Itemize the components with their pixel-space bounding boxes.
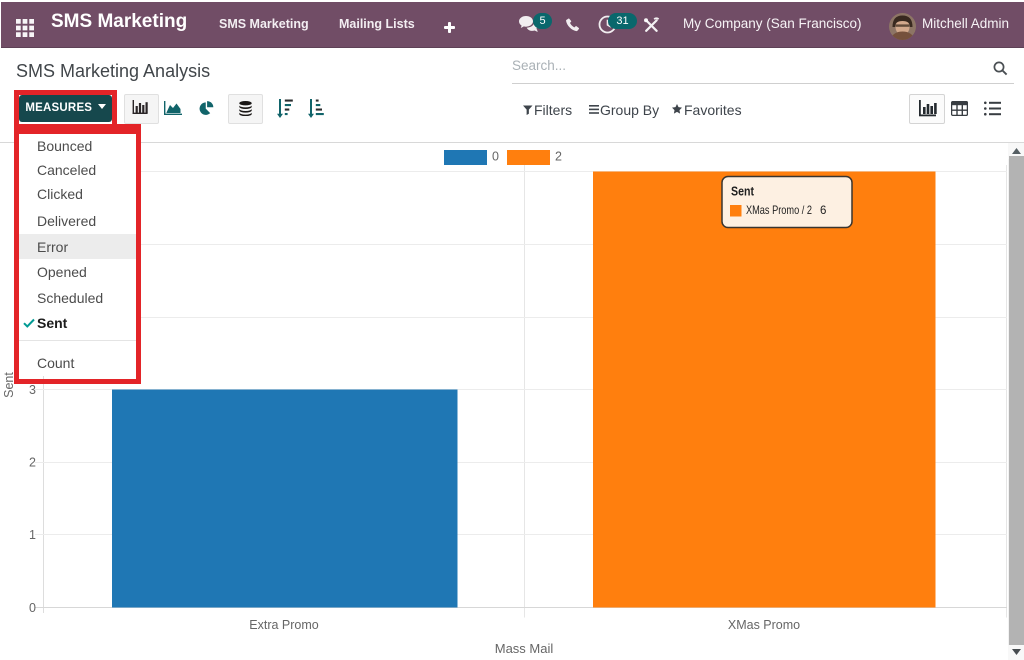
svg-text:XMas Promo / 2: XMas Promo / 2 xyxy=(746,203,812,217)
svg-text:0: 0 xyxy=(29,601,36,615)
svg-text:1: 1 xyxy=(29,528,36,542)
svg-text:Sent: Sent xyxy=(731,185,755,199)
svg-text:Mass Mail: Mass Mail xyxy=(495,641,554,656)
svg-text:2: 2 xyxy=(555,150,562,164)
svg-text:3: 3 xyxy=(29,383,36,397)
svg-text:0: 0 xyxy=(492,150,499,164)
svg-text:XMas Promo: XMas Promo xyxy=(728,618,800,632)
svg-text:6: 6 xyxy=(820,205,826,217)
svg-text:Extra Promo: Extra Promo xyxy=(249,618,319,632)
svg-text:2: 2 xyxy=(29,456,36,470)
